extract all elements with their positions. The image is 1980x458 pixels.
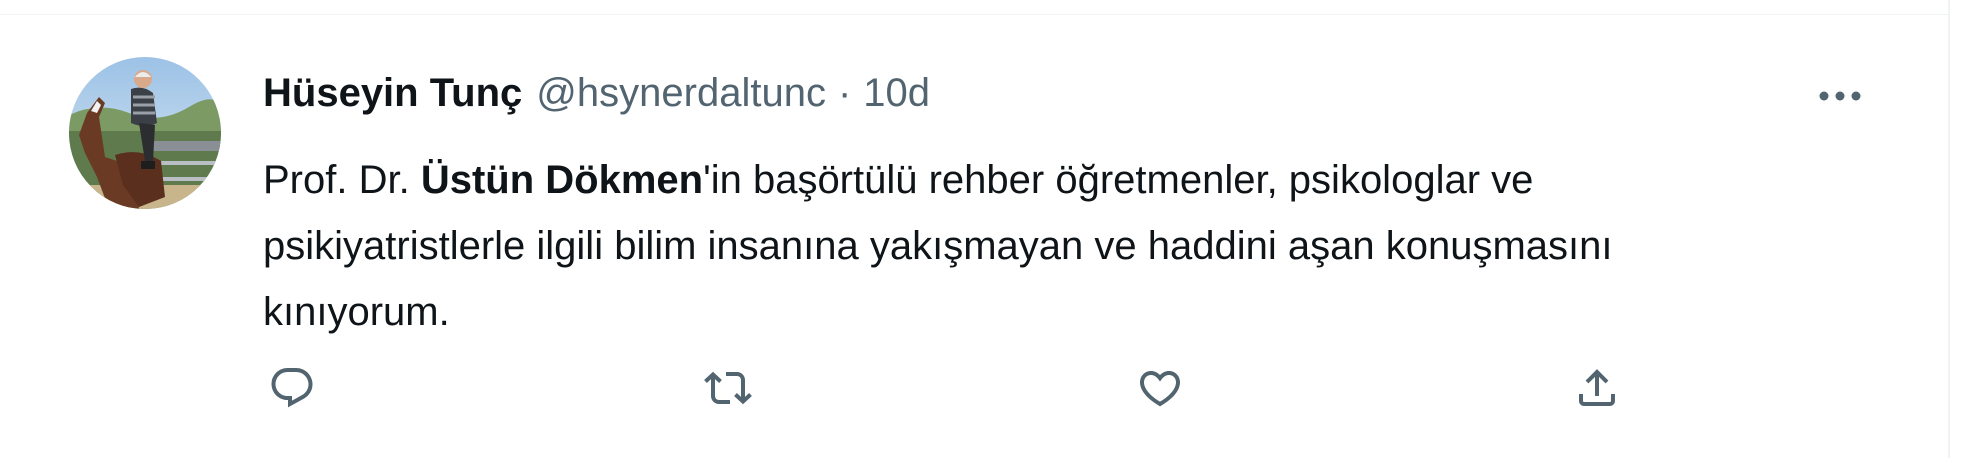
tweet-header: Hüseyin Tunç @hsynerdaltunc · 10d bbox=[263, 65, 930, 121]
more-options-button[interactable] bbox=[1810, 68, 1870, 124]
reply-button[interactable] bbox=[257, 353, 327, 423]
author-handle[interactable]: @hsynerdaltunc bbox=[536, 65, 826, 121]
user-avatar-photo-icon bbox=[69, 57, 221, 209]
tweet-card[interactable]: Hüseyin Tunç @hsynerdaltunc · 10d Prof. … bbox=[0, 15, 1948, 458]
heart-icon bbox=[1139, 371, 1181, 407]
text-prefix: Prof. Dr. bbox=[263, 158, 421, 202]
tweet-text-line-1: Prof. Dr. Üstün Dökmen'in başörtülü rehb… bbox=[263, 147, 1883, 213]
author-display-name[interactable]: Hüseyin Tunç bbox=[263, 65, 522, 121]
tweet-text-line-3: kınıyorum. bbox=[263, 290, 450, 334]
share-icon bbox=[1579, 369, 1615, 406]
like-button[interactable] bbox=[1125, 353, 1195, 423]
retweet-icon bbox=[704, 371, 752, 405]
tweet-text-line-2: psikiyatristlerle ilgili bilim insanına … bbox=[263, 224, 1613, 268]
avatar[interactable] bbox=[69, 57, 221, 209]
highlighted-name: Üstün Dökmen bbox=[420, 158, 704, 202]
column-border bbox=[1948, 0, 1950, 458]
retweet-button[interactable] bbox=[693, 353, 763, 423]
share-button[interactable] bbox=[1562, 353, 1632, 423]
header-separator: · bbox=[837, 71, 852, 115]
tweet-timestamp[interactable]: 10d bbox=[863, 65, 930, 121]
text-suffix: 'in başörtülü rehber öğretmenler, psikol… bbox=[703, 158, 1534, 202]
more-options-icon bbox=[1819, 91, 1861, 101]
reply-icon bbox=[271, 368, 313, 408]
tweet-actions bbox=[0, 353, 1948, 433]
tweet-text: Prof. Dr. Üstün Dökmen'in başörtülü rehb… bbox=[263, 147, 1883, 345]
